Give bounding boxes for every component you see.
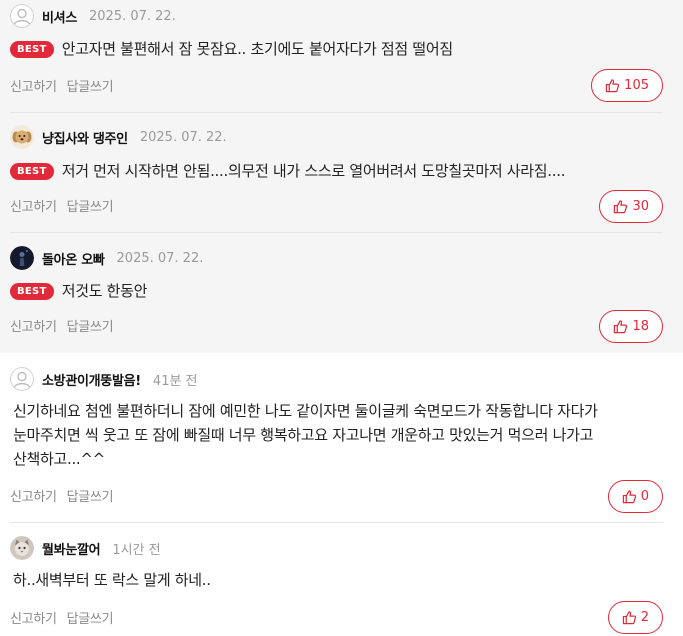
comment-header: 돌아온 오빠 2025. 07. 22. [10,245,203,271]
comment-body: 신기하네요 첨엔 불편하더니 잠에 예민한 나도 같이자면 둘이글케 숙면모드가… [10,399,665,471]
comment-item: 뭘봐눈깔어 1시간 전 하..새벽부터 또 락스 말게 하네.. 신고하기 답글… [0,523,683,636]
comment-item: 소방관이개뚱발음! 41분 전 신기하네요 첨엔 불편하더니 잠에 예민한 나도… [0,353,683,523]
comment-body: BEST 저것도 한동안 [10,280,665,302]
comment-text: 저거 먼저 시작하면 안됨....의무전 내가 스스로 열어버려서 도망칠곳마저… [61,162,566,180]
report-button[interactable]: 신고하기 [10,608,57,627]
comment-text: 하..새벽부터 또 락스 말게 하네.. [13,571,211,589]
thumbs-up-icon [605,79,620,93]
thumbs-up-icon [622,611,636,625]
like-button[interactable]: 30 [599,190,663,223]
comment-body: BEST 안고자면 불편해서 잠 못잠요.. 초기에도 붙어자다가 점점 떨어짐 [10,38,665,60]
like-count: 0 [640,489,649,504]
thumbs-up-icon [614,320,628,334]
comment-header: 냥집사와 댕주인 2025. 07. 22. [10,124,227,150]
best-badge: BEST [10,163,54,180]
puppy-avatar-icon[interactable] [10,125,34,149]
comment-item: 비셔스 2025. 07. 22. BEST 안고자면 불편해서 잠 못잠요..… [0,0,683,113]
dark-figure-avatar-icon[interactable] [10,246,34,270]
comment-body: BEST 저거 먼저 시작하면 안됨....의무전 내가 스스로 열어버려서 도… [10,160,665,182]
comment-header: 소방관이개뚱발음! 41분 전 [10,366,198,392]
comment-nickname[interactable]: 뭘봐눈깔어 [42,539,101,558]
comment-actions: 신고하기 답글쓰기 [10,486,123,505]
cat-avatar-icon[interactable] [10,536,34,560]
best-badge: BEST [10,41,54,58]
comment-list: 비셔스 2025. 07. 22. BEST 안고자면 불편해서 잠 못잠요..… [0,0,683,636]
comment-date: 2025. 07. 22. [139,129,227,145]
like-count: 18 [632,319,649,334]
comment-item: 돌아온 오빠 2025. 07. 22. BEST 저것도 한동안 신고하기 답… [0,233,683,353]
reply-button[interactable]: 답글쓰기 [67,316,114,335]
report-button[interactable]: 신고하기 [10,316,57,335]
report-button[interactable]: 신고하기 [10,196,57,215]
reply-button[interactable]: 답글쓰기 [67,608,114,627]
like-button[interactable]: 105 [591,69,663,102]
report-button[interactable]: 신고하기 [10,486,57,505]
best-badge: BEST [10,283,54,300]
comment-nickname[interactable]: 소방관이개뚱발음! [42,370,141,389]
like-count: 105 [624,78,649,93]
default-avatar-icon[interactable] [10,367,34,391]
reply-button[interactable]: 답글쓰기 [67,486,114,505]
like-button[interactable]: 18 [599,310,663,343]
comment-nickname[interactable]: 돌아온 오빠 [42,249,105,268]
report-button[interactable]: 신고하기 [10,76,57,95]
reply-button[interactable]: 답글쓰기 [67,76,114,95]
comment-text: 신기하네요 첨엔 불편하더니 잠에 예민한 나도 같이자면 둘이글케 숙면모드가… [13,402,598,468]
comment-header: 비셔스 2025. 07. 22. [10,3,176,29]
like-count: 30 [632,199,649,214]
comment-date: 1시간 전 [112,542,161,558]
default-avatar-icon[interactable] [10,4,34,28]
comment-item: 냥집사와 댕주인 2025. 07. 22. BEST 저거 먼저 시작하면 안… [0,113,683,233]
comment-text: 저것도 한동안 [61,282,148,300]
comment-header: 뭘봐눈깔어 1시간 전 [10,535,161,561]
like-button[interactable]: 2 [607,601,663,634]
comment-nickname[interactable]: 냥집사와 댕주인 [42,128,128,147]
thumbs-up-icon [622,490,636,504]
reply-button[interactable]: 답글쓰기 [67,196,114,215]
comment-date: 2025. 07. 22. [88,8,176,24]
comment-actions: 신고하기 답글쓰기 [10,196,123,215]
comment-actions: 신고하기 답글쓰기 [10,608,123,627]
comment-nickname[interactable]: 비셔스 [42,7,77,26]
comment-date: 2025. 07. 22. [116,250,204,266]
comment-text: 안고자면 불편해서 잠 못잠요.. 초기에도 붙어자다가 점점 떨어짐 [61,40,454,58]
like-button[interactable]: 0 [607,480,663,513]
comment-date: 41분 전 [152,373,198,389]
comment-actions: 신고하기 답글쓰기 [10,316,123,335]
thumbs-up-icon [614,200,628,214]
comment-actions: 신고하기 답글쓰기 [10,76,123,95]
like-count: 2 [640,610,649,625]
comment-body: 하..새벽부터 또 락스 말게 하네.. [10,568,665,592]
